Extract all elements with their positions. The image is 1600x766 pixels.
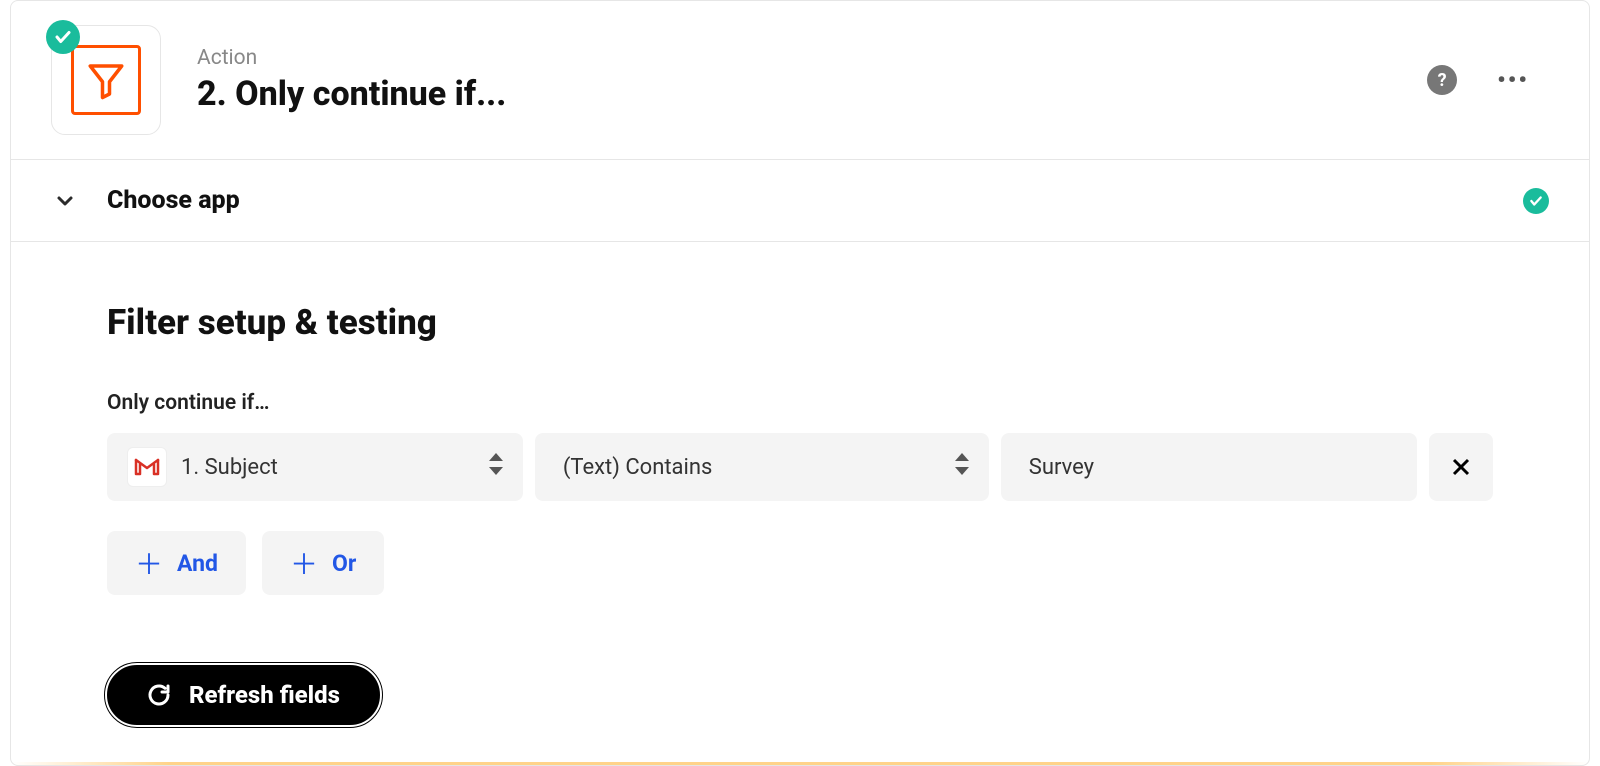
choose-app-row[interactable]: Choose app <box>11 160 1589 242</box>
help-button[interactable]: ? <box>1427 65 1457 95</box>
step-icon <box>51 25 161 135</box>
gmail-icon <box>127 447 167 487</box>
filter-icon <box>71 45 141 115</box>
plus-icon: ＋ <box>135 543 163 583</box>
section-check-icon <box>1523 188 1549 214</box>
filter-condition-value: (Text) Contains <box>563 455 713 480</box>
filter-value-input[interactable]: Survey <box>1001 433 1417 501</box>
add-and-button[interactable]: ＋ And <box>107 531 246 595</box>
action-panel: Action 2. Only continue if... ? ••• Choo… <box>10 0 1590 766</box>
refresh-fields-button[interactable]: Refresh fields <box>107 665 380 725</box>
filter-value-text: Survey <box>1029 455 1094 480</box>
body-title: Filter setup & testing <box>107 302 1493 343</box>
header-actions: ? ••• <box>1427 65 1549 95</box>
plus-icon: ＋ <box>290 543 318 583</box>
refresh-label: Refresh fields <box>189 681 340 709</box>
sort-icon <box>489 453 503 481</box>
step-title: 2. Only continue if... <box>197 74 1427 114</box>
panel-header: Action 2. Only continue if... ? ••• <box>11 1 1589 160</box>
chevron-down-icon <box>51 187 79 215</box>
filter-row: 1. Subject (Text) Contains Survey <box>107 433 1493 501</box>
and-label: And <box>177 550 218 577</box>
header-text: Action 2. Only continue if... <box>197 46 1427 114</box>
sort-icon <box>955 453 969 481</box>
delete-condition-button[interactable] <box>1429 433 1493 501</box>
choose-app-label: Choose app <box>107 186 240 215</box>
more-menu-button[interactable]: ••• <box>1497 66 1529 94</box>
filter-field-select[interactable]: 1. Subject <box>107 433 523 501</box>
check-badge-icon <box>46 20 80 54</box>
filter-field-value: 1. Subject <box>181 455 278 480</box>
add-or-button[interactable]: ＋ Or <box>262 531 384 595</box>
logic-buttons: ＋ And ＋ Or <box>107 531 1493 595</box>
or-label: Or <box>332 550 356 577</box>
panel-body: Filter setup & testing Only continue if…… <box>11 242 1589 765</box>
action-label: Action <box>197 46 1427 70</box>
filter-condition-select[interactable]: (Text) Contains <box>535 433 989 501</box>
bottom-accent <box>11 762 1589 765</box>
condition-subtitle: Only continue if… <box>107 391 1493 415</box>
